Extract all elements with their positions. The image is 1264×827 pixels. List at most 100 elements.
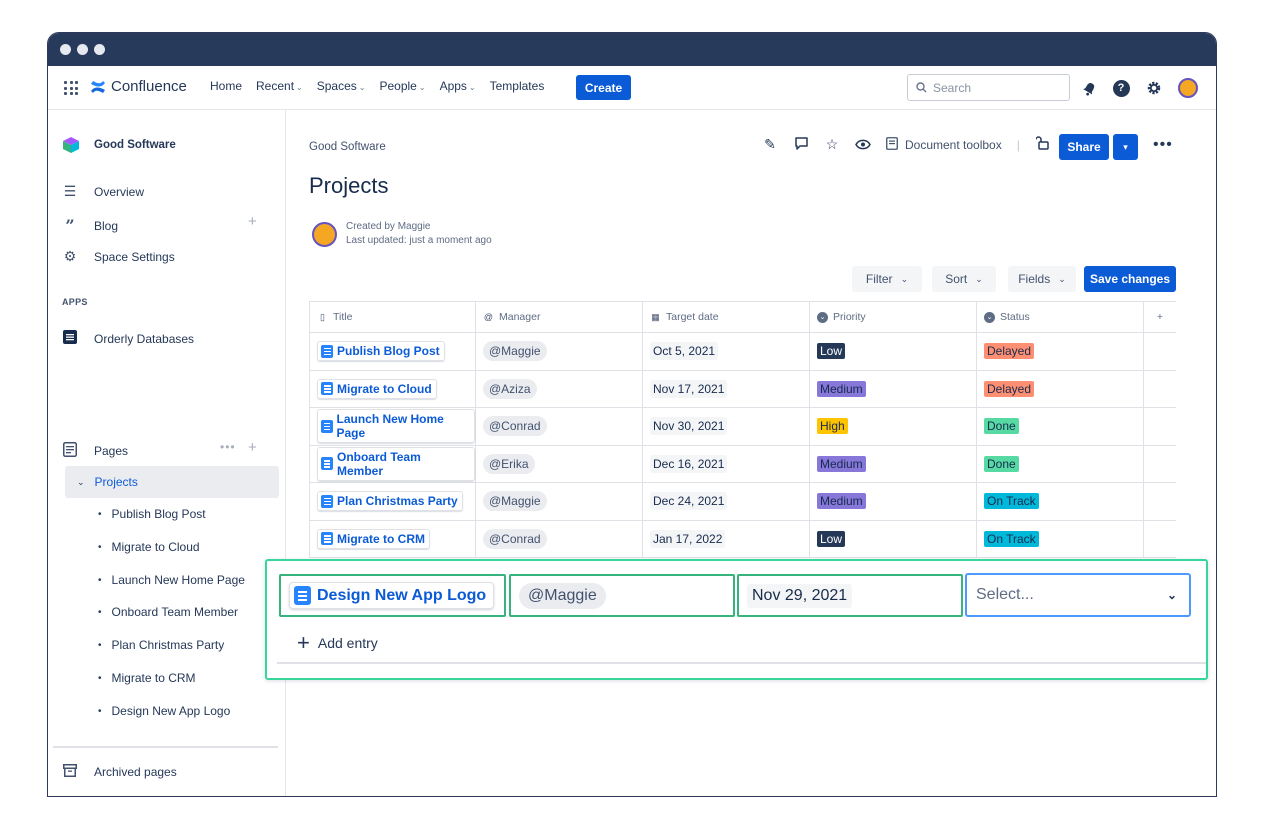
page-link[interactable]: Launch New Home Page [317, 409, 475, 444]
nav-spaces[interactable]: Spaces ⌄ [317, 79, 366, 93]
target-date[interactable]: Dec 16, 2021 [650, 454, 728, 473]
save-changes-button[interactable]: Save changes [1084, 266, 1176, 292]
manager-mention[interactable]: @Maggie [483, 341, 547, 362]
create-button[interactable]: Create [576, 75, 631, 100]
space-name[interactable]: Good Software [94, 139, 176, 151]
nav-home[interactable]: Home [210, 79, 242, 93]
author-avatar[interactable] [312, 222, 337, 247]
manager-cell[interactable]: @Conrad [476, 408, 643, 445]
target-date[interactable]: Jan 17, 2022 [650, 529, 726, 548]
priority-cell[interactable]: Medium [810, 483, 977, 520]
more-options-icon[interactable]: ••• [220, 440, 236, 454]
share-button[interactable]: Share [1059, 134, 1109, 160]
priority-cell[interactable]: Medium [810, 445, 977, 482]
nav-apps[interactable]: Apps ⌄ [440, 79, 476, 93]
manager-cell[interactable]: @Conrad [476, 520, 643, 557]
add-column-plus-icon[interactable]: + [1144, 302, 1176, 332]
filter-button[interactable]: Filter ⌄ [852, 266, 922, 292]
status-cell[interactable]: Delayed [977, 333, 1144, 370]
page-link[interactable]: Migrate to CRM [317, 528, 430, 549]
manager-mention[interactable]: @Maggie [483, 491, 547, 512]
window-dot[interactable] [77, 44, 88, 55]
priority-cell[interactable]: Low [810, 333, 977, 370]
title-cell[interactable]: Migrate to CRM [309, 520, 476, 557]
sidebar-child-page[interactable]: • Migrate to Cloud [98, 540, 200, 554]
sidebar-child-page[interactable]: • Plan Christmas Party [98, 638, 224, 652]
column-header-manager[interactable]: @ Manager [476, 302, 643, 332]
target-date[interactable]: Nov 17, 2021 [650, 379, 728, 398]
comment-icon[interactable] [793, 136, 809, 153]
manager-mention[interactable]: @Conrad [483, 528, 547, 549]
new-entry-status-select[interactable]: Select... ⌄ [965, 573, 1191, 617]
manager-cell[interactable]: @Erika [476, 445, 643, 482]
column-header-status[interactable]: ⌄ Status [977, 302, 1144, 332]
sidebar-item-archived-pages[interactable]: Archived pages [62, 764, 177, 780]
document-toolbox-button[interactable]: Document toolbox [886, 136, 1002, 153]
title-cell[interactable]: Migrate to Cloud [309, 370, 476, 407]
date-cell[interactable]: Jan 17, 2022 [643, 520, 810, 557]
sidebar-child-page[interactable]: • Publish Blog Post [98, 507, 206, 521]
status-cell[interactable]: On Track [977, 483, 1144, 520]
status-cell[interactable]: Done [977, 408, 1144, 445]
fields-button[interactable]: Fields ⌄ [1008, 266, 1076, 292]
sidebar-child-page[interactable]: • Migrate to CRM [98, 671, 196, 685]
page-link[interactable]: Plan Christmas Party [317, 491, 463, 512]
sort-button[interactable]: Sort ⌄ [932, 266, 996, 292]
sidebar-child-page[interactable]: • Design New App Logo [98, 704, 230, 718]
star-icon[interactable]: ☆ [824, 136, 840, 153]
new-entry-date-cell[interactable]: Nov 29, 2021 [737, 574, 963, 617]
nav-people[interactable]: People ⌄ [379, 79, 425, 93]
user-avatar[interactable] [1178, 78, 1198, 98]
date-cell[interactable]: Nov 17, 2021 [643, 370, 810, 407]
add-entry-button[interactable]: + Add entry [297, 632, 378, 654]
target-date[interactable]: Dec 24, 2021 [650, 492, 728, 511]
sidebar-child-page[interactable]: • Onboard Team Member [98, 605, 238, 619]
title-cell[interactable]: Plan Christmas Party [309, 483, 476, 520]
app-switcher-icon[interactable] [64, 81, 78, 95]
target-date[interactable]: Oct 5, 2021 [650, 342, 719, 361]
restrictions-lock-icon[interactable] [1035, 136, 1051, 153]
share-options-chevron-icon[interactable]: ▾ [1113, 134, 1138, 160]
sidebar-item-space-settings[interactable]: ⚙ Space Settings [62, 248, 175, 265]
sidebar-item-orderly-databases[interactable]: Orderly Databases [62, 330, 194, 347]
nav-templates[interactable]: Templates [490, 79, 545, 93]
page-link[interactable]: Publish Blog Post [317, 341, 445, 362]
window-dot[interactable] [94, 44, 105, 55]
new-entry-date[interactable]: Nov 29, 2021 [747, 583, 853, 608]
new-entry-title-cell[interactable]: Design New App Logo [279, 574, 506, 617]
nav-recent[interactable]: Recent ⌄ [256, 79, 303, 93]
status-cell[interactable]: On Track [977, 520, 1144, 557]
manager-cell[interactable]: @Aziza [476, 370, 643, 407]
settings-gear-icon[interactable] [1144, 78, 1164, 98]
sidebar-child-page[interactable]: • Launch New Home Page [98, 573, 245, 587]
notifications-bell-icon[interactable] [1079, 78, 1099, 98]
new-entry-manager-mention[interactable]: @Maggie [519, 582, 606, 609]
space-logo-icon[interactable] [62, 136, 80, 154]
more-actions-icon[interactable]: ••• [1153, 136, 1173, 154]
watch-eye-icon[interactable] [855, 137, 871, 153]
search-input[interactable]: Search [907, 74, 1070, 101]
sidebar-item-projects[interactable]: ⌄ Projects [65, 466, 279, 498]
manager-mention[interactable]: @Erika [483, 453, 535, 474]
sidebar-item-overview[interactable]: ☰ Overview [62, 183, 144, 200]
column-header-title[interactable]: ▯ Title [309, 302, 476, 332]
manager-cell[interactable]: @Maggie [476, 483, 643, 520]
status-cell[interactable]: Done [977, 445, 1144, 482]
new-entry-page-link[interactable]: Design New App Logo [289, 582, 495, 609]
priority-cell[interactable]: Low [810, 520, 977, 557]
date-cell[interactable]: Dec 16, 2021 [643, 445, 810, 482]
breadcrumb[interactable]: Good Software [309, 141, 386, 153]
sidebar-item-blog[interactable]: ” Blog [62, 216, 118, 235]
column-header-priority[interactable]: ⌄ Priority [810, 302, 977, 332]
page-link[interactable]: Migrate to Cloud [317, 378, 437, 399]
target-date[interactable]: Nov 30, 2021 [650, 417, 728, 436]
manager-mention[interactable]: @Aziza [483, 378, 537, 399]
add-page-plus-icon[interactable]: + [248, 439, 257, 456]
manager-mention[interactable]: @Conrad [483, 416, 547, 437]
sidebar-pages-header[interactable]: Pages [62, 442, 128, 460]
add-blog-plus-icon[interactable]: + [248, 213, 257, 230]
page-link[interactable]: Onboard Team Member [317, 446, 475, 481]
edit-pencil-icon[interactable]: ✎ [762, 136, 778, 153]
date-cell[interactable]: Dec 24, 2021 [643, 483, 810, 520]
help-icon[interactable]: ? [1111, 78, 1131, 98]
